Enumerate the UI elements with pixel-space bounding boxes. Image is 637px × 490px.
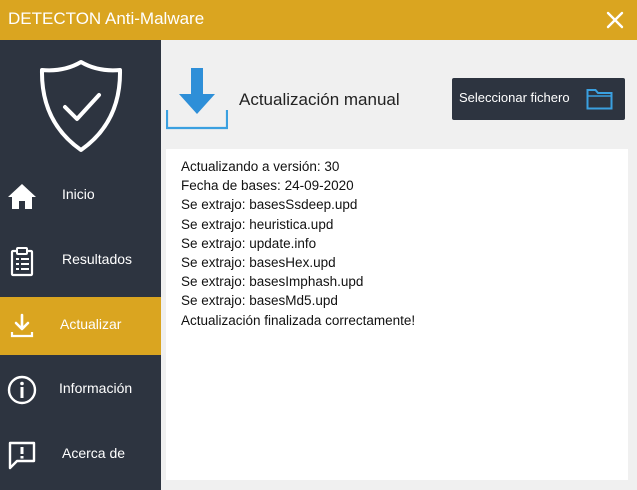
select-file-label: Seleccionar fichero	[459, 90, 570, 105]
log-line: Se extrajo: basesSsdeep.upd	[181, 197, 358, 213]
update-log[interactable]: Actualizando a versión: 30 Fecha de base…	[166, 149, 628, 480]
select-file-button[interactable]: Seleccionar fichero	[452, 78, 625, 120]
shield-check-icon	[39, 60, 123, 152]
chat-alert-icon	[8, 441, 36, 470]
main-content: Actualización manual Seleccionar fichero…	[161, 40, 637, 490]
home-icon	[8, 184, 36, 209]
close-button[interactable]	[601, 6, 629, 34]
sidebar-item-label: Información	[59, 380, 133, 396]
log-line: Fecha de bases: 24-09-2020	[181, 178, 354, 194]
log-line: Actualización finalizada correctamente!	[181, 312, 416, 328]
log-line: Se extrajo: heuristica.upd	[181, 216, 334, 232]
clipboard-icon	[10, 247, 34, 277]
title-bar: DETECTON Anti-Malware	[0, 0, 637, 40]
download-icon	[10, 313, 34, 338]
sidebar-item-acerca-de[interactable]: Acerca de	[0, 426, 161, 484]
page-title: Actualización manual	[239, 90, 400, 109]
log-line: Se extrajo: basesImphash.upd	[181, 274, 364, 290]
window-title: DETECTON Anti-Malware	[8, 9, 205, 28]
log-line: Se extrajo: basesMd5.upd	[181, 293, 338, 309]
download-icon	[166, 68, 228, 130]
sidebar: Inicio Resultados Actualizar Información	[0, 40, 161, 490]
sidebar-item-informacion[interactable]: Información	[0, 361, 161, 419]
sidebar-item-resultados[interactable]: Resultados	[0, 232, 161, 290]
sidebar-item-label: Resultados	[62, 251, 133, 267]
sidebar-item-label: Actualizar	[60, 316, 122, 332]
sidebar-item-actualizar[interactable]: Actualizar	[0, 297, 161, 355]
folder-icon	[586, 89, 613, 110]
sidebar-item-label: Acerca de	[62, 445, 126, 461]
log-line: Se extrajo: update.info	[181, 235, 317, 251]
log-line: Se extrajo: basesHex.upd	[181, 255, 336, 271]
info-icon	[7, 375, 37, 405]
sidebar-item-inicio[interactable]: Inicio	[0, 167, 161, 225]
close-icon	[606, 11, 624, 29]
sidebar-item-label: Inicio	[62, 186, 95, 202]
log-line: Actualizando a versión: 30	[181, 159, 340, 174]
